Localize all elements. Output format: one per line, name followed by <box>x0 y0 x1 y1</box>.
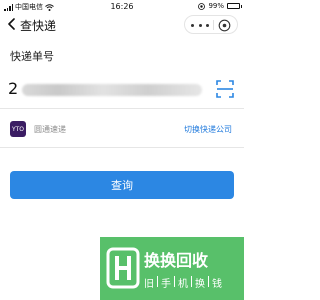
divider-line <box>0 147 244 148</box>
status-bar: 中国电信 16:26 99% <box>0 0 244 13</box>
watermark-separator <box>157 276 158 287</box>
watermark-char: 换 <box>195 279 205 290</box>
switch-courier-link[interactable]: 切换快递公司 <box>184 124 232 135</box>
watermark-logo: 换换回收 旧 手 机 换 钱 <box>100 237 244 300</box>
watermark-subtitle: 旧 手 机 换 钱 <box>144 275 222 290</box>
back-arrow-icon[interactable] <box>6 18 18 30</box>
page-title: 查快递 <box>20 19 57 33</box>
mini-program-capsule <box>184 15 238 34</box>
capsule-divider <box>213 20 214 30</box>
courier-company-row: YTO 圆通速递 切换快递公司 <box>0 117 244 143</box>
battery-percent: 99% <box>208 2 224 10</box>
courier-logo: YTO <box>10 121 26 137</box>
watermark-separator <box>208 276 209 287</box>
close-icon[interactable] <box>218 19 231 32</box>
tracking-number-field[interactable]: 2 <box>0 75 244 105</box>
watermark-char: 钱 <box>212 279 222 290</box>
divider-line <box>0 108 244 109</box>
h-logo-icon <box>106 247 140 289</box>
location-icon <box>198 2 206 10</box>
courier-name: 圆通速递 <box>34 125 66 134</box>
header: 查快递 <box>0 13 244 35</box>
blurred-number <box>22 84 202 96</box>
watermark-char: 手 <box>161 279 171 290</box>
watermark-separator <box>174 276 175 287</box>
tracking-number-value: 2 <box>8 79 19 98</box>
watermark-title: 换换回收 <box>144 251 209 270</box>
query-button[interactable]: 查询 <box>10 171 234 199</box>
more-icon[interactable] <box>191 20 209 30</box>
battery-icon <box>227 3 242 9</box>
status-right: 99% <box>198 2 242 10</box>
watermark-char: 旧 <box>144 279 154 290</box>
scan-icon[interactable] <box>216 80 234 98</box>
watermark-separator <box>191 276 192 287</box>
tracking-number-label: 快递单号 <box>10 50 54 63</box>
watermark-char: 机 <box>178 279 188 290</box>
